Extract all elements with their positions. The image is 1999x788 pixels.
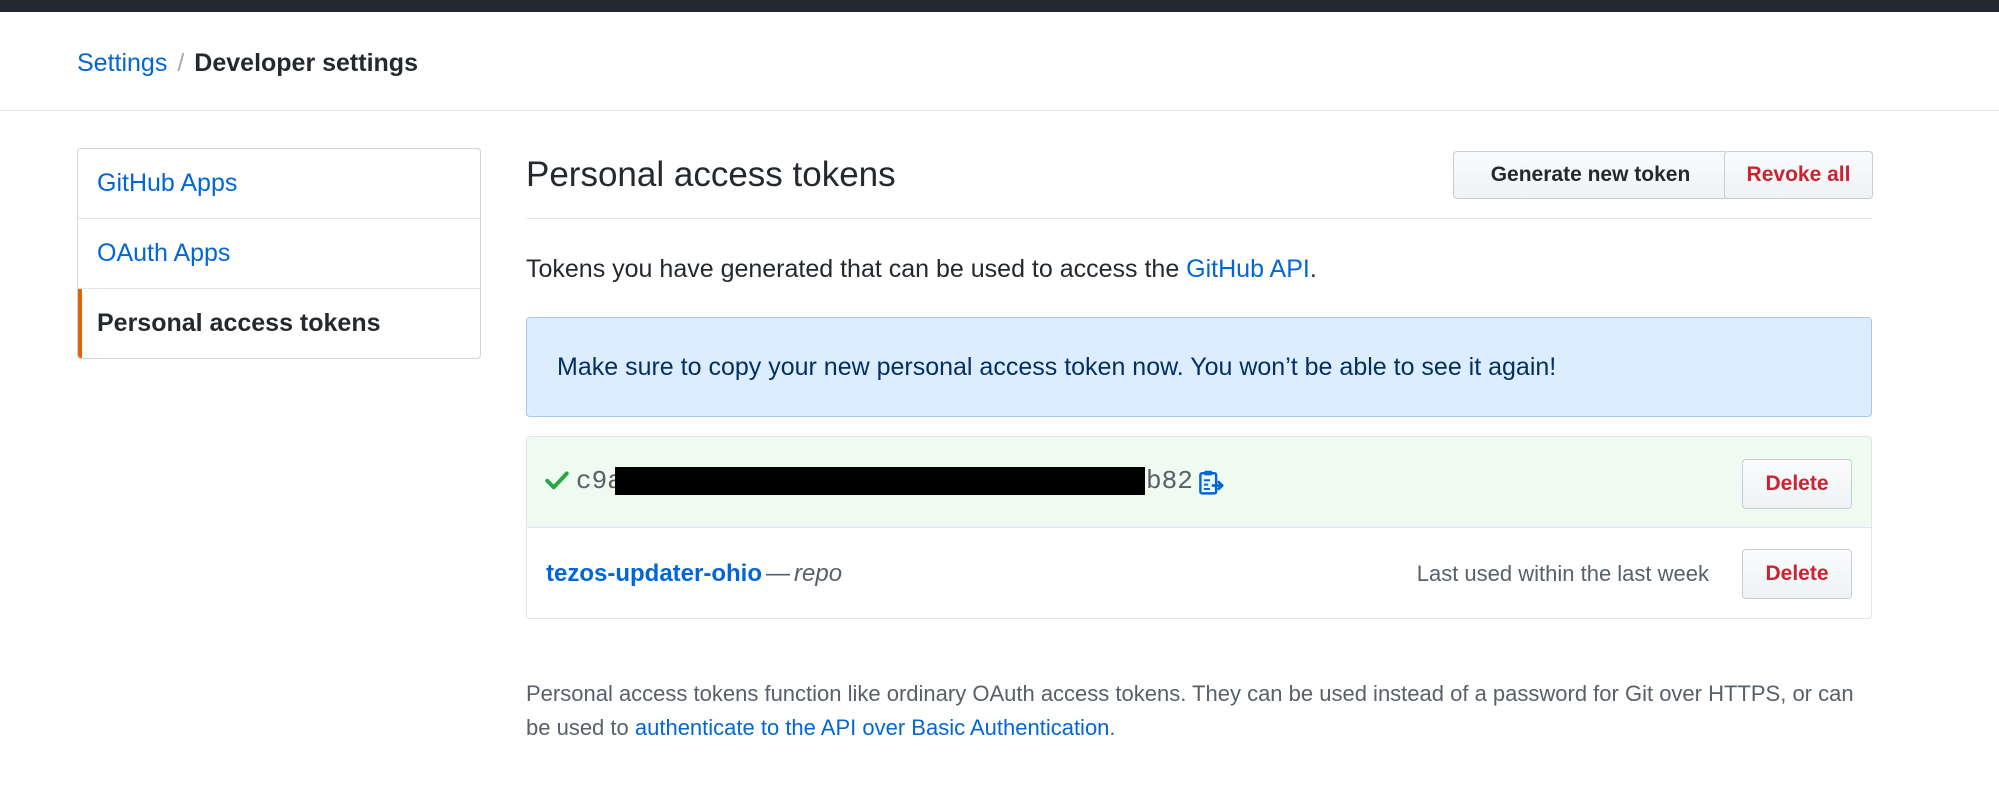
top-header-bar — [0, 0, 1999, 12]
sidebar-item-personal-access-tokens[interactable]: Personal access tokens — [78, 289, 480, 358]
token-list: c9a b82 Delete tezos-updater-ohio — repo L… — [526, 436, 1872, 619]
breadcrumb-current: Developer settings — [194, 49, 418, 77]
footnote-end: . — [1109, 715, 1116, 740]
breadcrumb-separator: / — [177, 49, 185, 77]
token-dash: — — [766, 560, 790, 587]
page-title: Personal access tokens — [526, 155, 896, 194]
flash-notice: Make sure to copy your new personal acce… — [526, 317, 1872, 417]
intro-text: Tokens you have generated that can be us… — [526, 254, 1317, 284]
token-redaction-bar — [615, 467, 1145, 495]
basic-auth-link[interactable]: authenticate to the API over Basic Authe… — [635, 715, 1110, 740]
intro-text-body: Tokens you have generated that can be us… — [526, 255, 1187, 283]
intro-text-end: . — [1309, 255, 1317, 283]
generate-new-token-button[interactable]: Generate new token — [1453, 151, 1728, 199]
sidebar-item-oauth-apps[interactable]: OAuth Apps — [78, 219, 480, 289]
settings-sidebar: GitHub Apps OAuth Apps Personal access t… — [77, 148, 481, 359]
breadcrumb: Settings / Developer settings — [77, 48, 418, 78]
flash-message: Make sure to copy your new personal acce… — [557, 353, 1557, 381]
check-icon — [545, 471, 569, 490]
clippy-icon[interactable] — [1196, 468, 1224, 496]
token-scope: repo — [794, 560, 843, 587]
new-token-row: c9a b82 Delete — [527, 437, 1871, 528]
token-suffix: b82 — [1146, 466, 1193, 496]
delete-new-token-button[interactable]: Delete — [1742, 459, 1852, 509]
token-name-link[interactable]: tezos-updater-ohio — [546, 560, 762, 587]
sidebar-item-github-apps[interactable]: GitHub Apps — [78, 149, 480, 219]
footnote: Personal access tokens function like ord… — [526, 677, 1872, 745]
revoke-all-button[interactable]: Revoke all — [1724, 151, 1873, 199]
page-subheader: Settings / Developer settings — [0, 12, 1999, 111]
token-row: tezos-updater-ohio — repo Last used within… — [527, 528, 1871, 618]
title-divider — [526, 218, 1872, 219]
delete-token-button[interactable]: Delete — [1742, 549, 1852, 599]
token-description: tezos-updater-ohio — repo — [546, 559, 842, 589]
github-api-link[interactable]: GitHub API — [1186, 255, 1310, 283]
breadcrumb-settings-link[interactable]: Settings — [77, 49, 167, 77]
token-last-used: Last used within the last week — [1416, 561, 1709, 586]
